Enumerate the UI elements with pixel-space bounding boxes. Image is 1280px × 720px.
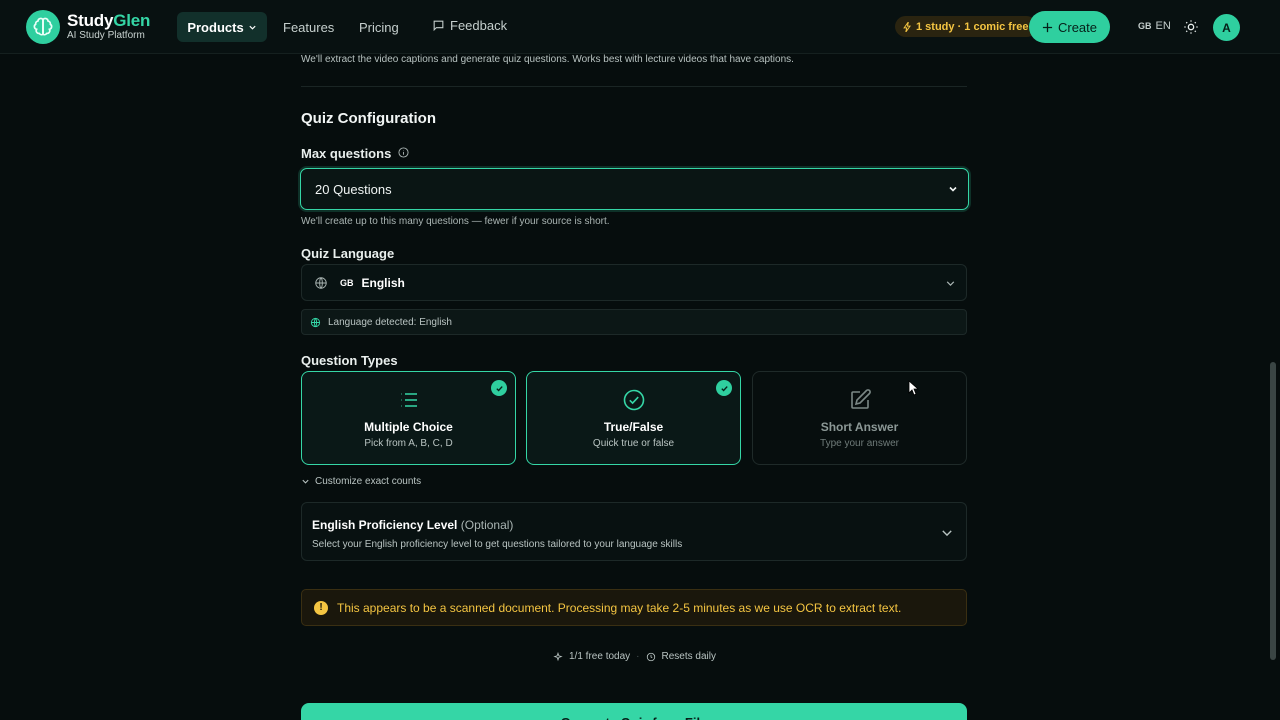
globe-icon bbox=[310, 317, 321, 327]
brand-name[interactable]: StudyGlen bbox=[67, 11, 150, 31]
english-proficiency-accordion[interactable]: English Proficiency Level (Optional) Sel… bbox=[301, 502, 967, 561]
max-questions-label: Max questions bbox=[301, 146, 392, 161]
quiz-language-label: Quiz Language bbox=[301, 246, 395, 261]
gb-flag-icon: GB bbox=[340, 277, 354, 288]
chevron-down-icon bbox=[946, 281, 955, 287]
top-nav: StudyGlen AI Study Platform Products Fea… bbox=[0, 0, 1280, 54]
sun-icon[interactable] bbox=[1183, 19, 1199, 35]
language-switcher[interactable]: GB EN bbox=[1138, 20, 1171, 32]
page-scrollbar[interactable] bbox=[1270, 362, 1276, 660]
check-circle-icon bbox=[623, 389, 644, 411]
list-icon bbox=[400, 393, 417, 407]
quota-resets: Resets daily bbox=[661, 651, 716, 662]
nav-feedback-label: Feedback bbox=[450, 18, 508, 33]
language-detected-text: Language detected: English bbox=[328, 316, 452, 328]
pencil-icon bbox=[850, 389, 871, 409]
nav-feedback-link[interactable]: Feedback bbox=[432, 18, 507, 33]
nav-products-label: Products bbox=[187, 19, 244, 35]
message-icon bbox=[433, 20, 444, 32]
chevron-down-icon bbox=[249, 25, 256, 30]
clock-icon bbox=[646, 652, 655, 661]
free-usage-badge[interactable]: 1 study · 1 comic free bbox=[895, 16, 1037, 37]
create-button[interactable]: Create bbox=[1029, 11, 1110, 43]
max-questions-hint: We'll create up to this many questions —… bbox=[301, 216, 610, 227]
question-type-desc: Pick from A, B, C, D bbox=[364, 438, 453, 449]
check-icon bbox=[716, 380, 732, 396]
quiz-language-select[interactable]: GB English bbox=[301, 264, 967, 301]
user-avatar[interactable]: A bbox=[1213, 14, 1240, 41]
brain-logo-icon[interactable] bbox=[26, 10, 60, 44]
language-detected-notice: Language detected: English bbox=[301, 309, 967, 335]
customize-counts-toggle[interactable]: Customize exact counts bbox=[301, 476, 421, 487]
max-questions-value: 20 Questions bbox=[315, 181, 392, 197]
source-hint: We'll extract the video captions and gen… bbox=[301, 54, 794, 65]
chevron-down-icon bbox=[949, 186, 957, 192]
quiz-language-value: English bbox=[361, 275, 405, 290]
language-code: EN bbox=[1155, 20, 1171, 32]
question-type-desc: Type your answer bbox=[820, 438, 899, 449]
question-type-title: Short Answer bbox=[820, 420, 899, 434]
alert-icon: ! bbox=[314, 600, 328, 615]
question-type-title: True/False bbox=[603, 420, 664, 434]
proficiency-title: English Proficiency Level (Optional) bbox=[312, 518, 514, 532]
max-questions-select[interactable]: 20 Questions bbox=[300, 168, 969, 210]
warning-text: This appears to be a scanned document. P… bbox=[337, 600, 902, 615]
create-button-label: Create bbox=[1057, 19, 1098, 35]
globe-icon bbox=[315, 276, 327, 289]
quota-info: 1/1 free today · Resets daily bbox=[553, 651, 716, 662]
question-type-short-answer[interactable]: Short Answer Type your answer bbox=[752, 371, 967, 465]
generate-quiz-button[interactable]: Generate Quiz from File bbox=[301, 703, 967, 720]
quiz-config-title: Quiz Configuration bbox=[301, 110, 436, 127]
separator-dot: · bbox=[636, 651, 640, 662]
question-types-label: Question Types bbox=[301, 353, 398, 368]
sparkle-icon bbox=[553, 651, 563, 661]
nav-products-menu[interactable]: Products bbox=[177, 12, 267, 42]
chevron-down-icon bbox=[302, 479, 309, 484]
section-divider bbox=[301, 86, 967, 87]
check-icon bbox=[491, 380, 507, 396]
lightning-icon bbox=[903, 21, 911, 32]
scanned-document-warning: ! This appears to be a scanned document.… bbox=[301, 589, 967, 626]
brand-tagline: AI Study Platform bbox=[67, 30, 145, 41]
quota-free: 1/1 free today bbox=[569, 651, 631, 662]
question-type-multiple-choice[interactable]: Multiple Choice Pick from A, B, C, D bbox=[301, 371, 516, 465]
plus-icon bbox=[1042, 22, 1053, 32]
mouse-cursor-icon bbox=[908, 380, 920, 396]
nav-pricing-link[interactable]: Pricing bbox=[359, 20, 399, 35]
chevron-down-icon bbox=[942, 530, 952, 537]
free-usage-label: 1 study · 1 comic free bbox=[916, 20, 1029, 33]
customize-counts-label: Customize exact counts bbox=[315, 476, 422, 487]
question-type-title: Multiple Choice bbox=[364, 420, 453, 434]
question-type-true-false[interactable]: True/False Quick true or false bbox=[526, 371, 741, 465]
info-icon[interactable] bbox=[398, 147, 409, 158]
question-type-desc: Quick true or false bbox=[592, 438, 675, 449]
gb-flag-icon: GB bbox=[1138, 21, 1152, 31]
nav-features-link[interactable]: Features bbox=[283, 20, 334, 35]
proficiency-desc: Select your English proficiency level to… bbox=[312, 539, 683, 550]
